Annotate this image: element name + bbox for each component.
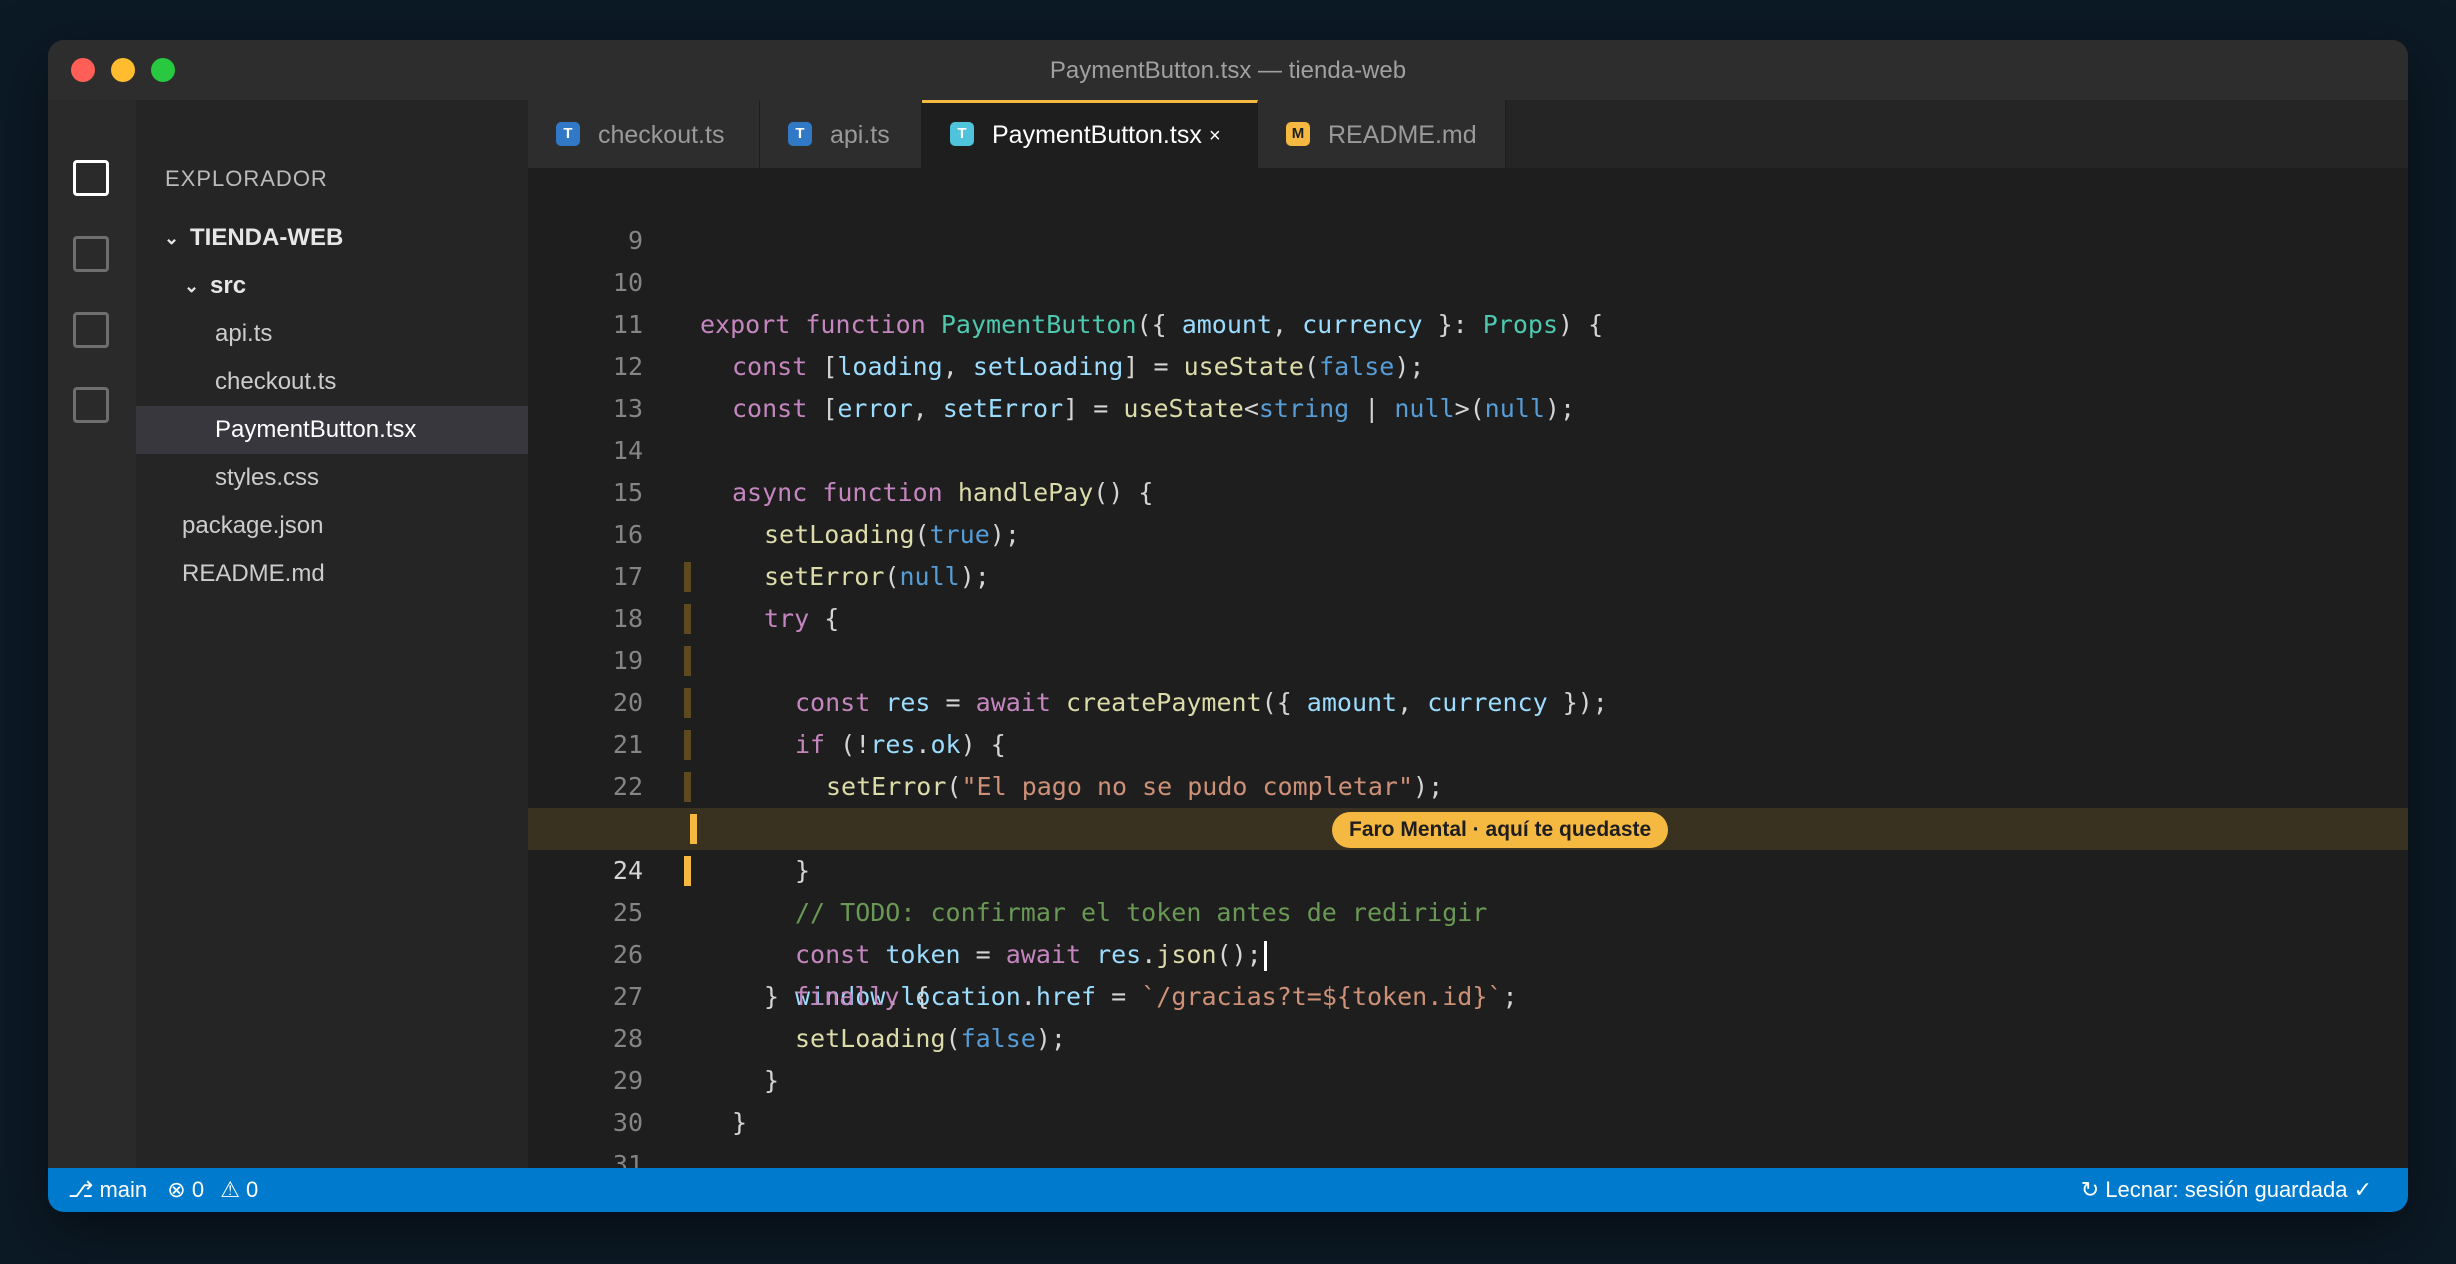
window-title: PaymentButton.tsx — tienda-web bbox=[1049, 57, 1407, 84]
chevron-down-icon: ⌄ bbox=[164, 228, 180, 248]
code-line: 31 return ( bbox=[528, 1102, 2408, 1168]
warnings-indicator[interactable]: ⚠ 0 bbox=[220, 1177, 258, 1202]
code-line: 14 async function handlePay() { bbox=[528, 388, 2408, 507]
tab-bar: T checkout.ts T api.ts T PaymentButton.t… bbox=[528, 100, 2408, 168]
code-line: 30 bbox=[528, 1060, 2408, 1137]
code-line: 11 const [loading, setLoading] = useStat… bbox=[528, 262, 2408, 381]
code-line: 20 setError("El pago no se pudo completa… bbox=[528, 640, 2408, 801]
source-control-icon[interactable] bbox=[73, 312, 109, 348]
tree-file-checkout[interactable]: checkout.ts bbox=[136, 358, 528, 406]
explorer-sidebar: EXPLORADOR ⌄ TIENDA-WEB ⌄ src api.ts che… bbox=[136, 100, 528, 1168]
change-marker bbox=[684, 688, 691, 718]
tab-paymentbutton[interactable]: T PaymentButton.tsx × bbox=[922, 100, 1258, 168]
code-line: 16 setError(null); bbox=[528, 472, 2408, 591]
chevron-down-icon: ⌄ bbox=[184, 276, 200, 296]
tree-file-styles[interactable]: styles.css bbox=[136, 454, 528, 502]
title-bar: PaymentButton.tsx — tienda-web bbox=[48, 40, 2408, 100]
markdown-file-icon: M bbox=[1286, 122, 1310, 146]
tree-file-readme[interactable]: README.md bbox=[136, 550, 528, 598]
tree-file-paymentbutton[interactable]: PaymentButton.tsx bbox=[136, 406, 528, 454]
change-marker bbox=[684, 856, 691, 886]
code-line: 25 window.location.href = `/gracias?t=${… bbox=[528, 850, 2408, 1011]
code-line: 17 try { bbox=[528, 514, 2408, 633]
files-icon[interactable] bbox=[73, 160, 109, 196]
extensions-icon[interactable] bbox=[73, 387, 109, 423]
code-line: 15 setLoading(true); bbox=[528, 430, 2408, 549]
code-line: 29 } bbox=[528, 1018, 2408, 1137]
editor-window: PaymentButton.tsx — tienda-web EXPLORADO… bbox=[48, 40, 2408, 1212]
code-line: 27 setLoading(false); bbox=[528, 934, 2408, 1053]
change-marker bbox=[684, 646, 691, 676]
tree-src-folder[interactable]: ⌄ src bbox=[136, 262, 528, 310]
code-line: 32 <button onClick={handlePay} disabled=… bbox=[528, 1144, 2408, 1168]
activity-bar bbox=[48, 100, 136, 1168]
code-line: 23 // TODO: confirmar el token antes de … bbox=[528, 766, 2408, 927]
change-marker bbox=[684, 562, 691, 592]
status-bar: ⎇ main ⊗ 0 ⚠ 0 ↻ Lecnar: sesión guardada… bbox=[48, 1168, 2408, 1212]
code-line: 26 } finally { bbox=[528, 892, 2408, 1011]
typescript-file-icon: T bbox=[788, 122, 812, 146]
errors-indicator[interactable]: ⊗ 0 bbox=[167, 1177, 204, 1202]
code-editor[interactable]: }; 9 10 export function PaymentButton({ … bbox=[528, 168, 2408, 1168]
code-line: 10 export function PaymentButton({ amoun… bbox=[528, 220, 2408, 339]
code-line: 21 return; bbox=[528, 682, 2408, 843]
change-marker bbox=[684, 604, 691, 634]
search-icon[interactable] bbox=[73, 236, 109, 272]
tab-readme[interactable]: M README.md bbox=[1258, 100, 1506, 168]
tab-label: api.ts bbox=[830, 121, 890, 149]
session-status[interactable]: ↻ Lecnar: sesión guardada ✓ bbox=[2081, 1168, 2372, 1212]
git-branch-icon: ⎇ bbox=[68, 1177, 94, 1202]
code-line: 13 bbox=[528, 346, 2408, 423]
tab-label: README.md bbox=[1328, 121, 1477, 149]
code-line: 28 } bbox=[528, 976, 2408, 1095]
tab-api[interactable]: T api.ts bbox=[760, 100, 922, 168]
tree-file-package[interactable]: package.json bbox=[136, 502, 528, 550]
change-marker bbox=[690, 814, 697, 844]
tab-label: checkout.ts bbox=[598, 121, 725, 149]
code-line: 9 bbox=[528, 178, 2408, 255]
close-tab-icon[interactable]: × bbox=[1209, 100, 1221, 168]
code-line: 19 if (!res.ok) { bbox=[528, 598, 2408, 759]
tab-label: PaymentButton.tsx bbox=[992, 121, 1202, 149]
tree-file-api[interactable]: api.ts bbox=[136, 310, 528, 358]
typescript-file-icon: T bbox=[556, 122, 580, 146]
code-line: 18 const res = await createPayment({ amo… bbox=[528, 556, 2408, 717]
code-line: }; bbox=[528, 168, 2408, 176]
code-line: 12 const [error, setError] = useState<st… bbox=[528, 304, 2408, 423]
change-marker bbox=[684, 772, 691, 802]
change-marker bbox=[684, 730, 691, 760]
explorer-title: EXPLORADOR bbox=[165, 166, 328, 191]
git-branch-label[interactable]: main bbox=[99, 1177, 147, 1202]
faro-mental-marker-badge[interactable]: Faro Mental · aquí te quedaste bbox=[1332, 812, 1669, 848]
tab-checkout[interactable]: T checkout.ts bbox=[528, 100, 760, 168]
current-code-line: 24 const token = await res.json(); Faro … bbox=[528, 808, 2408, 971]
tree-project-folder[interactable]: ⌄ TIENDA-WEB bbox=[136, 214, 528, 262]
code-line: 22 } bbox=[528, 724, 2408, 885]
tsx-file-icon: T bbox=[950, 122, 974, 146]
